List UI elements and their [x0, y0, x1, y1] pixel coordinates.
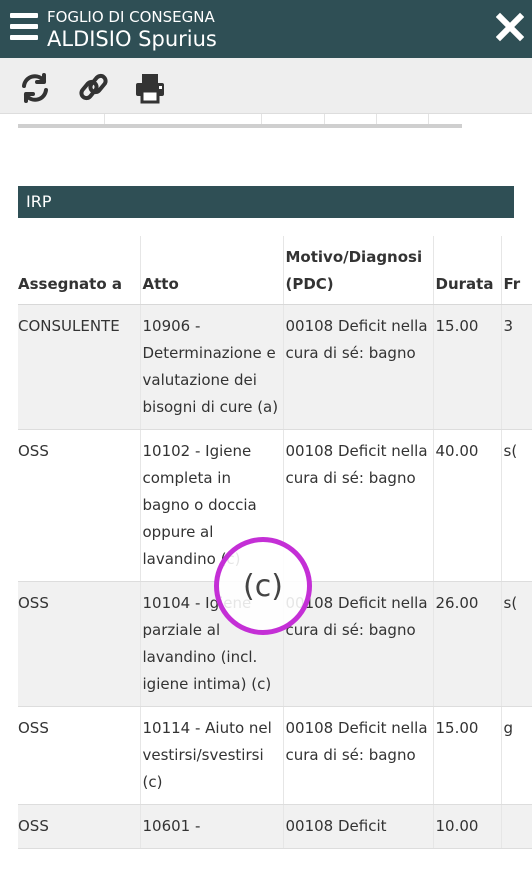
cell-durata: 10.00: [433, 804, 502, 849]
hamburger-menu-icon[interactable]: [10, 12, 38, 42]
cell-durata: 15.00: [433, 706, 502, 805]
refresh-icon[interactable]: [18, 72, 52, 104]
cell-durata: 26.00: [433, 581, 502, 707]
cell-durata: 15.00: [433, 304, 502, 430]
link-icon[interactable]: [76, 72, 110, 104]
cell-frequenza: 3: [501, 304, 532, 430]
app-header: FOGLIO DI CONSEGNA ALDISIO Spurius: [0, 0, 532, 58]
cell-atto: 10114 - Aiuto nel vestirsi/svestirsi (c): [140, 706, 284, 805]
column-header-assegnato[interactable]: Assegnato a: [18, 236, 141, 305]
section-title-irp: IRP: [18, 186, 514, 218]
cell-assegnato: OSS: [18, 581, 141, 707]
cell-frequenza: s(: [501, 429, 532, 582]
toolbar: [0, 58, 532, 114]
header-subtitle: FOGLIO DI CONSEGNA: [47, 8, 215, 26]
cell-assegnato: CONSULENTE: [18, 304, 141, 430]
column-header-atto[interactable]: Atto: [140, 236, 284, 305]
column-header-durata[interactable]: Durata: [433, 236, 502, 305]
table-row[interactable]: CONSULENTE 10906 - Determinazione e valu…: [18, 304, 532, 430]
table-header-row: Assegnato a Atto Motivo/Diagnosi (PDC) D…: [18, 236, 532, 305]
patient-name: ALDISIO Spurius: [47, 27, 217, 51]
close-icon[interactable]: [495, 10, 525, 44]
cell-assegnato: OSS: [18, 429, 141, 582]
cell-frequenza: [501, 804, 532, 849]
print-icon[interactable]: [133, 72, 167, 104]
cell-frequenza: g: [501, 706, 532, 805]
cell-frequenza: s(: [501, 581, 532, 707]
zoom-annotation-callout: (c): [214, 537, 312, 635]
cell-assegnato: OSS: [18, 804, 141, 849]
table-row[interactable]: OSS 10114 - Aiuto nel vestirsi/svestirsi…: [18, 706, 532, 805]
cell-motivo: 00108 Deficit nella cura di sé: bagno: [283, 706, 434, 805]
cell-atto: 10906 - Determinazione e valutazione dei…: [140, 304, 284, 430]
column-header-motivo[interactable]: Motivo/Diagnosi (PDC): [283, 236, 434, 305]
table-row[interactable]: OSS 10601 - 00108 Deficit 10.00: [18, 804, 532, 849]
cell-motivo: 00108 Deficit nella cura di sé: bagno: [283, 304, 434, 430]
previous-table-scrollbar[interactable]: [18, 114, 462, 128]
cell-durata: 40.00: [433, 429, 502, 582]
column-header-frequenza[interactable]: Fr: [501, 236, 532, 305]
cell-assegnato: OSS: [18, 706, 141, 805]
cell-motivo: 00108 Deficit: [283, 804, 434, 849]
cell-atto: 10601 -: [140, 804, 284, 849]
cell-motivo: 00108 Deficit nella cura di sé: bagno: [283, 429, 434, 582]
